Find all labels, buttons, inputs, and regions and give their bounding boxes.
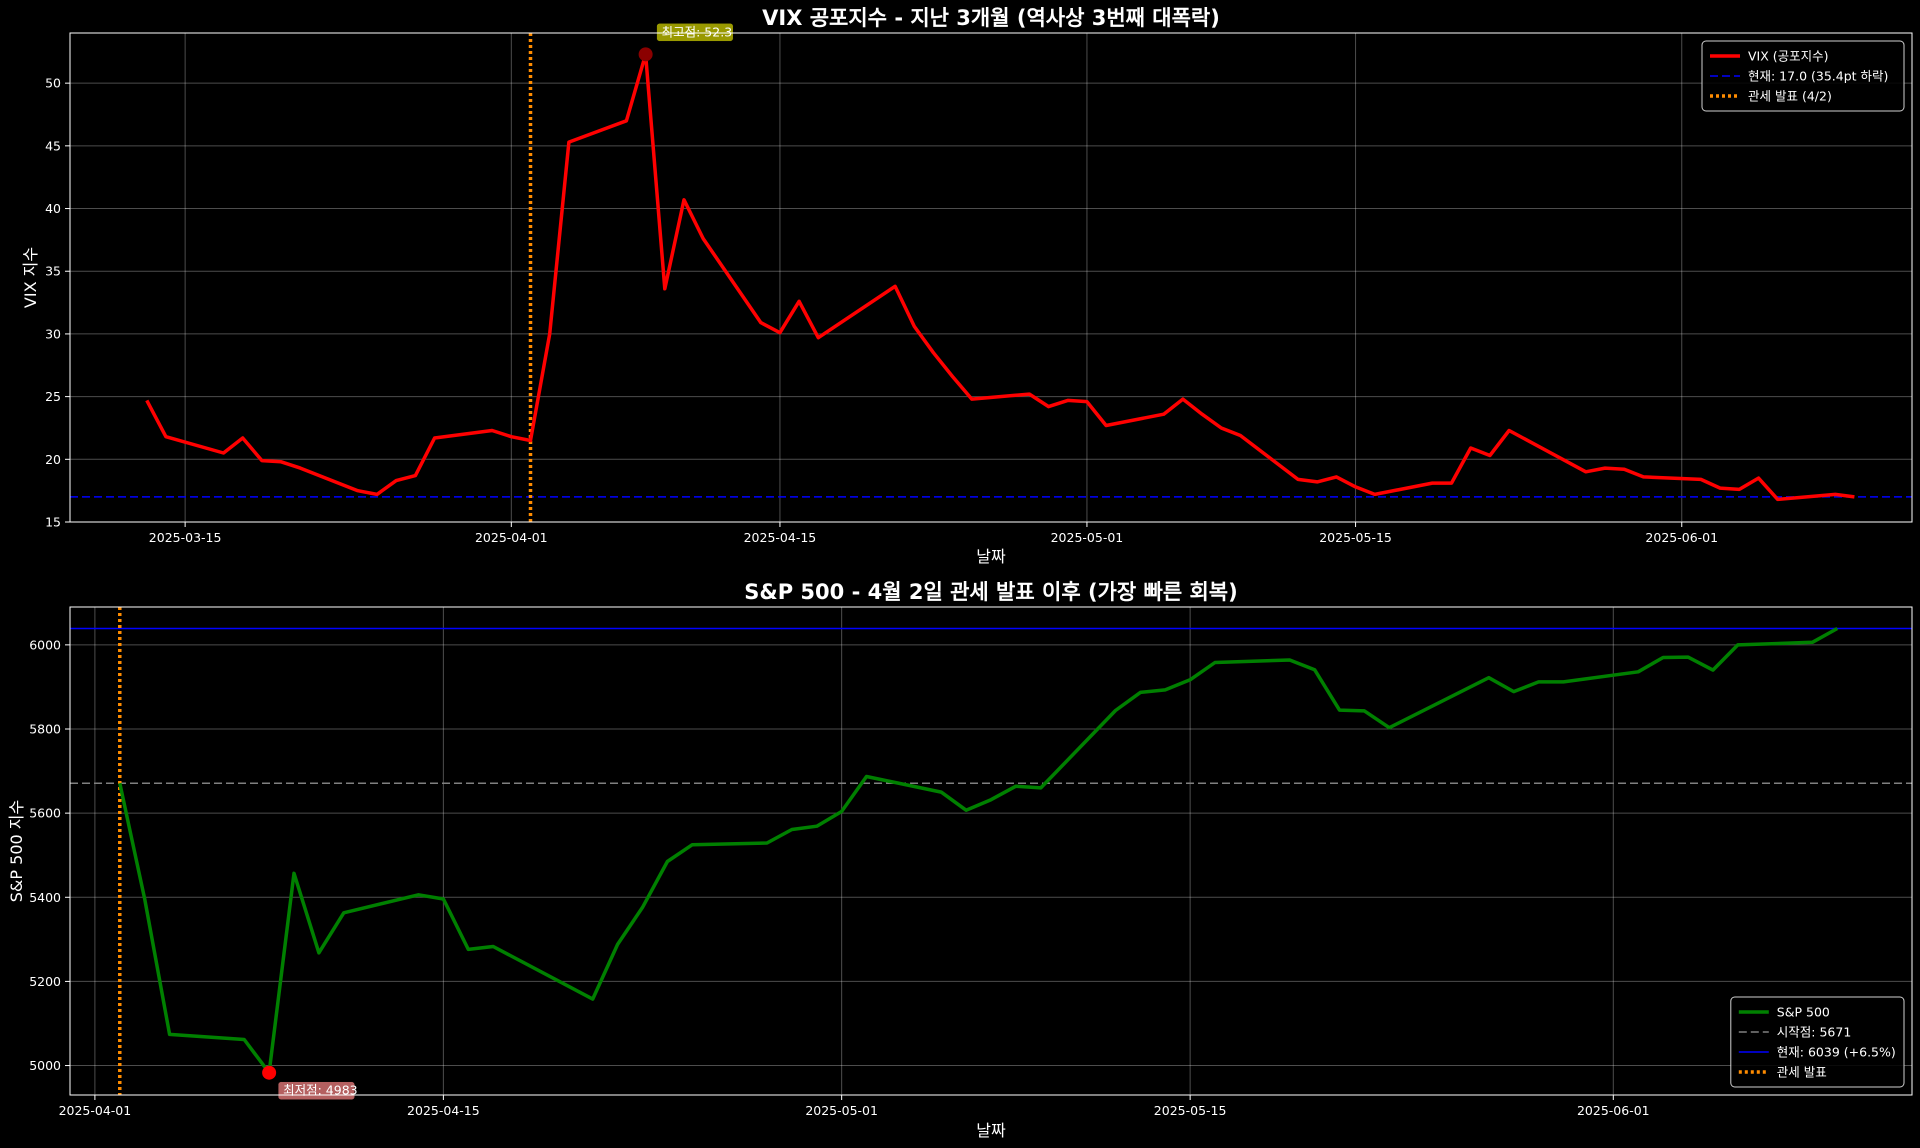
y-tick-label: 50	[45, 76, 61, 91]
x-tick-label: 2025-04-15	[744, 530, 817, 545]
x-tick-label: 2025-05-15	[1154, 1103, 1227, 1118]
y-tick-label: 5600	[29, 806, 61, 821]
legend-label: 시작점: 5671	[1777, 1025, 1852, 1040]
x-tick-label: 2025-06-01	[1645, 530, 1718, 545]
legend-label: 현재: 6039 (+6.5%)	[1777, 1045, 1896, 1060]
x-tick-label: 2025-04-15	[407, 1103, 480, 1118]
series-line	[145, 52, 1855, 502]
figure: 최고점: 52.3 2025-03-15 2025-04-01 2025-04-15 2…	[7, 6, 1913, 1140]
x-tick-label: 2025-03-15	[149, 530, 222, 545]
y-tick-label: 20	[45, 452, 61, 467]
y-axis-label: S&P 500 지수	[7, 800, 26, 902]
chart-panel-2: 최저점: 49832025-04-01 2025-04-15 2025-05-01 2…	[7, 580, 1913, 1140]
y-tick-label: 5000	[29, 1058, 61, 1073]
legend-label: VIX (공포지수)	[1748, 49, 1829, 64]
annotation-label: 최고점: 52.3	[662, 24, 733, 39]
x-tick-label: 2025-04-01	[59, 1103, 132, 1118]
extreme-point-marker	[638, 47, 653, 62]
legend-label: 관세 발표	[1777, 1065, 1827, 1080]
x-tick-label: 2025-05-01	[1051, 530, 1124, 545]
y-tick-label: 30	[45, 326, 61, 341]
y-tick-label: 45	[45, 138, 61, 153]
legend-label: S&P 500	[1777, 1005, 1830, 1020]
chart-title: VIX 공포지수 - 지난 3개월 (역사상 3번째 대폭락)	[762, 6, 1220, 30]
y-tick-label: 15	[45, 515, 61, 530]
chart-title: S&P 500 - 4월 2일 관세 발표 이후 (가장 빠른 회복)	[744, 580, 1237, 604]
y-tick-label: 35	[45, 264, 61, 279]
y-tick-label: 40	[45, 201, 61, 216]
plot-frame	[69, 32, 1913, 523]
y-tick-label: 25	[45, 389, 61, 404]
x-axis-label: 날짜	[976, 1121, 1006, 1140]
series-line	[118, 626, 1839, 1075]
y-tick-label: 5400	[29, 890, 61, 905]
y-tick-label: 5200	[29, 974, 61, 989]
y-tick-label: 5800	[29, 722, 61, 737]
x-tick-label: 2025-06-01	[1577, 1103, 1650, 1118]
y-tick-label: 6000	[29, 637, 61, 652]
legend-label: 현재: 17.0 (35.4pt 하락)	[1748, 69, 1888, 84]
legend: VIX (공포지수) 현재: 17.0 (35.4pt 하락) 관세 발표 (4/2…	[1701, 40, 1905, 112]
chart-panel-1: 최고점: 52.3 2025-03-15 2025-04-01 2025-04-15 2…	[21, 6, 1913, 566]
x-tick-label: 2025-05-15	[1319, 530, 1392, 545]
x-axis-label: 날짜	[976, 547, 1006, 566]
y-axis-label: VIX 지수	[21, 247, 40, 308]
x-tick-label: 2025-05-01	[805, 1103, 878, 1118]
legend: S&P 500 시작점: 5671 현재: 6039 (+6.5%) 관세 발표	[1730, 996, 1905, 1088]
extreme-point-marker	[262, 1065, 277, 1080]
plot-frame	[69, 606, 1913, 1096]
x-tick-label: 2025-04-01	[475, 530, 548, 545]
legend-label: 관세 발표 (4/2)	[1748, 89, 1832, 104]
